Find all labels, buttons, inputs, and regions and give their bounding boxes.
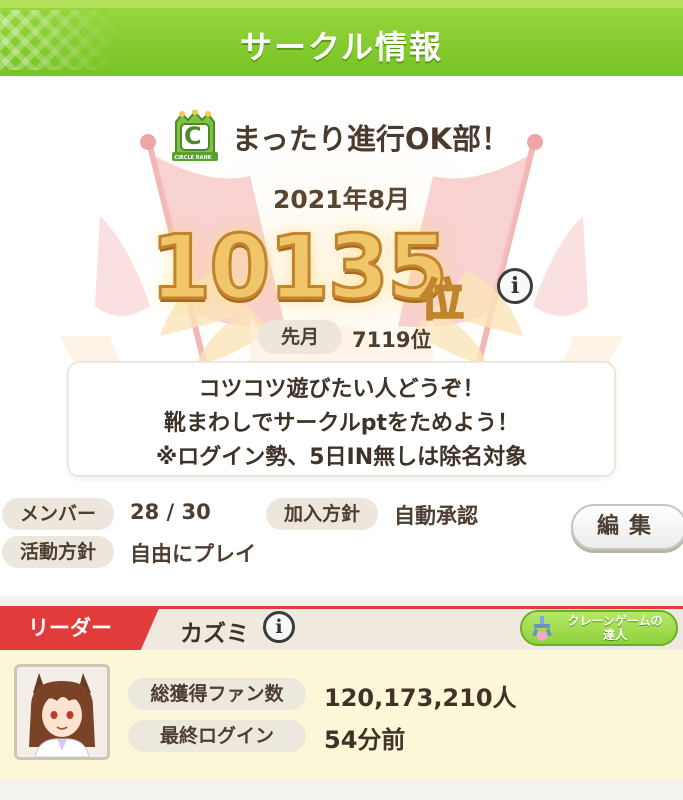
join-policy-row: 加入方針 自動承認 xyxy=(266,498,506,532)
leader-card: 総獲得ファン数 120,173,210人 最終ログイン 54分前 xyxy=(0,650,683,780)
circle-rank-caption: CIRCLE RANK xyxy=(174,155,212,161)
fans-value: 120,173,210人 xyxy=(324,684,517,712)
activity-policy-row: 活動方針 自由にプレイ xyxy=(0,536,300,570)
rank-info-icon[interactable]: i xyxy=(497,268,533,304)
last-login-label: 最終ログイン xyxy=(128,720,306,752)
join-policy-label: 加入方針 xyxy=(266,498,378,530)
crane-badge-text: クレーンゲームの 達人 xyxy=(556,614,674,642)
crane-game-title-badge[interactable]: クレーンゲームの 達人 xyxy=(520,610,678,646)
leader-info-icon[interactable]: i xyxy=(263,611,295,643)
activity-policy-value: 自由にプレイ xyxy=(130,542,256,566)
crane-badge-line2: 達人 xyxy=(602,628,627,642)
bottom-spacer xyxy=(0,780,683,800)
page-title: サークル情報 xyxy=(239,28,444,66)
trainer-avatar[interactable] xyxy=(14,664,110,760)
leader-section-label: リーダー xyxy=(28,616,112,640)
description-line: 靴まわしでサークルptをためよう！ xyxy=(164,411,519,436)
members-row: メンバー 28 / 30 xyxy=(0,498,250,532)
last-month-value: 7119位 xyxy=(352,328,432,352)
ranking-period: 2021年8月 xyxy=(273,185,410,214)
edit-button[interactable]: 編集 xyxy=(571,504,683,550)
rank-suffix: 位 xyxy=(419,274,465,327)
activity-policy-label: 活動方針 xyxy=(2,536,114,568)
fans-label: 総獲得ファン数 xyxy=(128,678,306,710)
last-month-label: 先月 xyxy=(258,320,342,354)
circle-name: まったり進行OK部！ xyxy=(232,122,510,156)
last-login-value: 54分前 xyxy=(324,726,406,754)
description-line: コツコツ遊びたい人どうぞ！ xyxy=(198,377,485,402)
fans-row: 総獲得ファン数 120,173,210人 xyxy=(128,678,548,712)
circle-name-row: C CIRCLE RANK まったり進行OK部！ xyxy=(0,104,683,164)
header-top-stripe xyxy=(0,0,683,8)
avatar-portrait xyxy=(17,667,107,757)
circle-rank-letter: C xyxy=(184,122,202,150)
leader-name: カズミ xyxy=(180,621,249,647)
circle-description: コツコツ遊びたい人どうぞ！ 靴まわしでサークルptをためよう！ ※ログイン勢、5… xyxy=(67,361,616,477)
last-login-row: 最終ログイン 54分前 xyxy=(128,720,548,754)
crane-game-icon xyxy=(532,616,552,641)
leader-header: リーダー カズミ i クレーンゲームの 達人 xyxy=(0,606,683,650)
members-value: 28 / 30 xyxy=(130,500,211,524)
crane-badge-line1: クレーンゲームの xyxy=(567,614,663,628)
leader-ribbon: リーダー xyxy=(0,606,160,650)
description-line: ※ログイン勢、5日IN無しは除名対象 xyxy=(155,445,528,470)
members-label: メンバー xyxy=(2,498,114,530)
rank-number: 10135 xyxy=(148,215,449,321)
circle-ranking: 10135 位 xyxy=(148,215,465,328)
header-bar: サークル情報 xyxy=(0,0,683,76)
circle-info-panel: C CIRCLE RANK まったり進行OK部！ 2021年8月 10135 位… xyxy=(0,76,683,596)
join-policy-value: 自動承認 xyxy=(394,504,478,528)
